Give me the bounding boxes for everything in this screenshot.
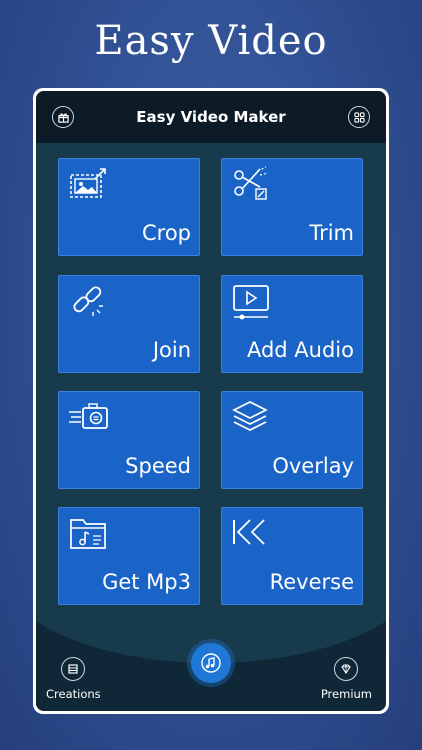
phone-frame: Easy Video Maker Crop Trim Join Add Audi… [33, 88, 389, 714]
reverse-tile[interactable]: Reverse [221, 507, 363, 605]
scissors-icon [234, 166, 269, 200]
tile-label: Reverse [269, 570, 354, 594]
speed-tile[interactable]: Speed [58, 391, 200, 489]
crop-tile[interactable]: Crop [58, 158, 200, 256]
app-screen: Easy Video Maker Crop Trim Join Add Audi… [36, 91, 386, 711]
tile-label: Speed [125, 454, 191, 478]
creations-button[interactable]: Creations [46, 657, 101, 701]
get-mp3-tile[interactable]: Get Mp3 [58, 507, 200, 605]
creations-label: Creations [46, 687, 101, 701]
app-title: Easy Video Maker [136, 108, 286, 126]
bottom-bar: Creations Premium [36, 639, 386, 711]
trim-tile[interactable]: Trim [221, 158, 363, 256]
overlay-tile[interactable]: Overlay [221, 391, 363, 489]
main-area: Crop Trim Join Add Audio Speed Overlay G… [36, 143, 386, 711]
tile-label: Join [152, 338, 191, 362]
link-icon [73, 286, 103, 316]
crop-icon [70, 168, 106, 198]
video-play-icon [233, 285, 269, 320]
grid-icon [353, 111, 365, 123]
gift-button[interactable] [52, 106, 74, 128]
diamond-icon [341, 664, 352, 674]
film-icon [68, 664, 78, 674]
music-fab-button[interactable] [191, 643, 231, 683]
creations-icon-circle [61, 657, 86, 681]
promo-headline: Easy Video [94, 18, 328, 64]
rewind-icon [233, 519, 265, 545]
speed-camera-icon [69, 403, 108, 429]
tile-label: Get Mp3 [102, 570, 191, 594]
join-tile[interactable]: Join [58, 275, 200, 373]
tile-label: Crop [141, 221, 191, 245]
premium-icon-circle [334, 657, 359, 681]
tile-label: Add Audio [246, 338, 354, 362]
layers-icon [232, 401, 268, 431]
app-bar: Easy Video Maker [36, 91, 386, 143]
tile-label: Overlay [272, 454, 354, 478]
add-audio-tile[interactable]: Add Audio [221, 275, 363, 373]
tile-label: Trim [309, 221, 354, 245]
premium-label: Premium [320, 687, 372, 701]
music-folder-icon [70, 519, 106, 549]
gift-icon [57, 112, 69, 123]
music-note-icon [201, 653, 221, 673]
grid-menu-button[interactable] [348, 106, 370, 128]
premium-button[interactable]: Premium [321, 657, 372, 701]
